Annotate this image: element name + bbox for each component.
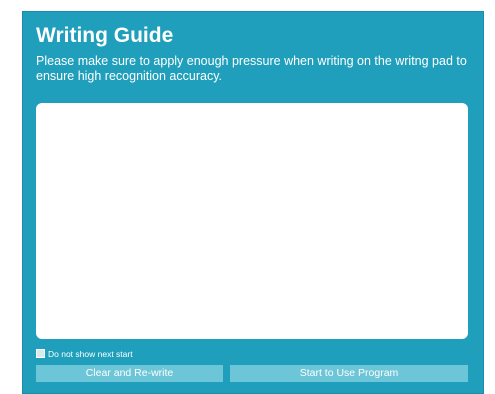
start-program-button[interactable]: Start to Use Program [230, 365, 468, 382]
do-not-show-label: Do not show next start [48, 348, 133, 359]
dialog-description: Please make sure to apply enough pressur… [36, 54, 467, 83]
writing-pad[interactable] [36, 103, 468, 339]
do-not-show-checkbox[interactable] [36, 349, 45, 358]
writing-guide-dialog: Writing Guide Please make sure to apply … [22, 11, 484, 394]
dialog-title: Writing Guide [36, 24, 174, 47]
do-not-show-option[interactable]: Do not show next start [36, 347, 133, 360]
clear-rewrite-button[interactable]: Clear and Re-write [36, 365, 223, 382]
